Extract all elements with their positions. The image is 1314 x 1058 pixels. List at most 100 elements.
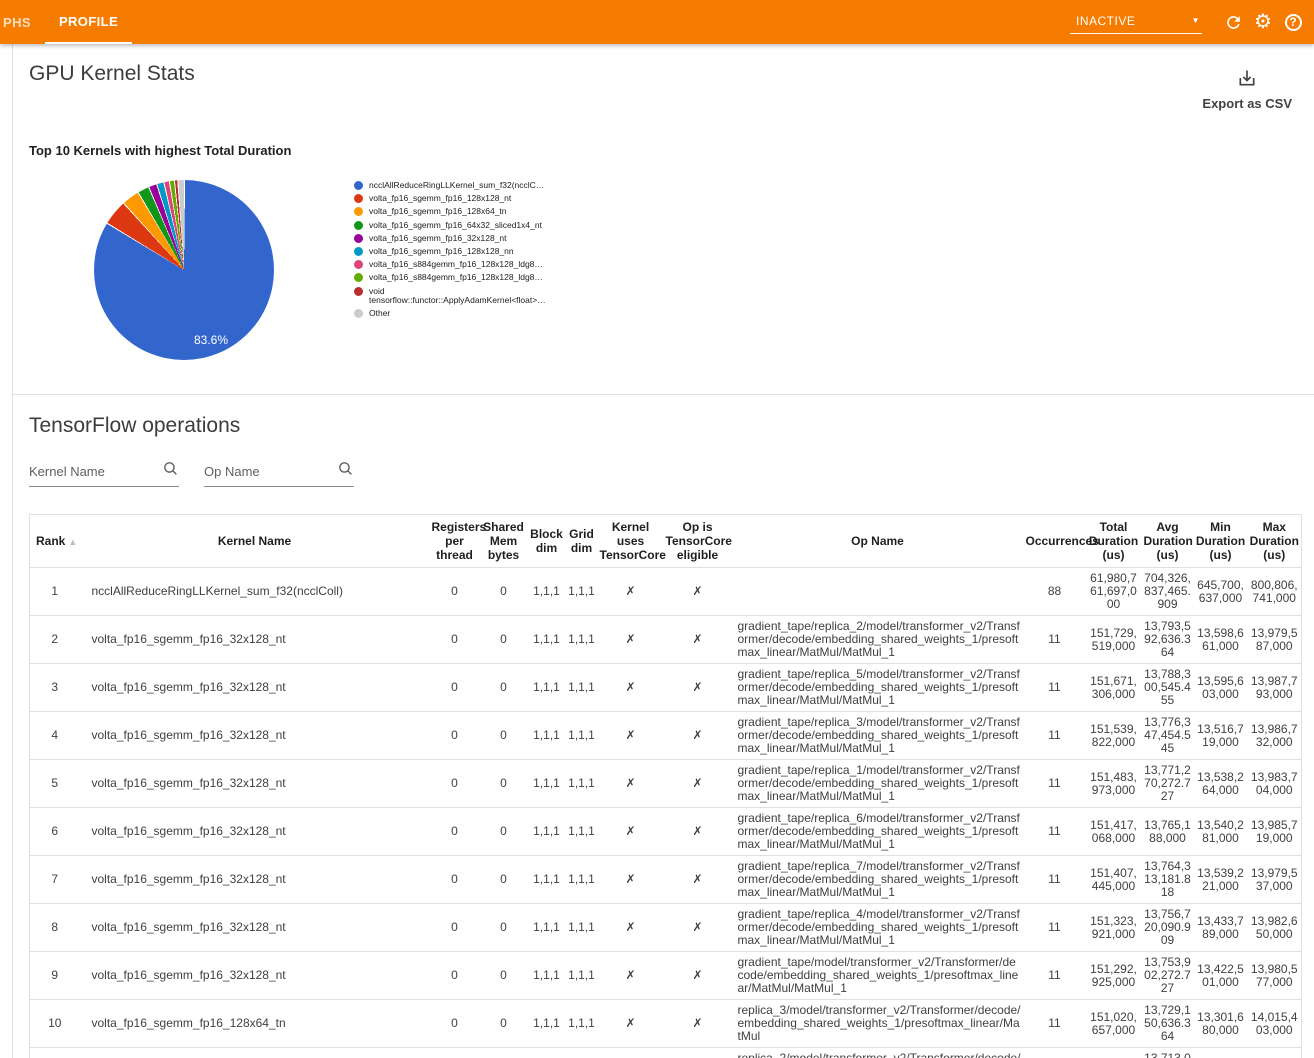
cell-min-duration: 13,300,679,000	[1194, 1048, 1248, 1058]
cell-shared-mem-bytes: 0	[480, 808, 528, 856]
legend-item: volta_fp16_s884gemm_fp16_128x128_ldg8…	[354, 273, 559, 283]
chart-title: Top 10 Kernels with highest Total Durati…	[29, 143, 1298, 158]
col-header-occurrences[interactable]: Occurrences	[1024, 515, 1086, 568]
legend-color-dot	[354, 247, 363, 256]
cell-block-dim: 1,1,1	[528, 856, 566, 904]
tab-profile[interactable]: PROFILE	[45, 0, 132, 44]
table-row: 9volta_fp16_sgemm_fp16_32x128_nt001,1,11…	[30, 952, 1302, 1000]
cell-shared-mem-bytes: 0	[480, 1048, 528, 1058]
col-header-shared-mem-bytes[interactable]: Shared Mem bytes	[480, 515, 528, 568]
col-header-total-duration[interactable]: Total Duration (us)	[1086, 515, 1142, 568]
cell-min-duration: 13,598,661,000	[1194, 616, 1248, 664]
cell-kernel-name: volta_fp16_sgemm_fp16_32x128_nt	[80, 616, 430, 664]
cell-grid-dim: 1,1,1	[566, 1000, 598, 1048]
cell-grid-dim: 1,1,1	[566, 568, 598, 616]
cell-max-duration: 14,015,403,000	[1248, 1000, 1302, 1048]
cell-min-duration: 13,422,501,000	[1194, 952, 1248, 1000]
cell-max-duration: 13,982,650,000	[1248, 904, 1302, 952]
run-selector-dropdown[interactable]: INACTIVE ▼	[1070, 11, 1202, 34]
cell-kernel-name: volta_fp16_sgemm_fp16_32x128_nt	[80, 760, 430, 808]
cell-grid-dim: 1,1,1	[566, 904, 598, 952]
col-header-rank[interactable]: Rank▲	[30, 515, 80, 568]
table-row: 7volta_fp16_sgemm_fp16_32x128_nt001,1,11…	[30, 856, 1302, 904]
cell-block-dim: 1,1,1	[528, 616, 566, 664]
cell-kernel-uses-tensorcore: ✗	[598, 1048, 664, 1058]
cell-grid-dim: 1,1,1	[566, 952, 598, 1000]
col-header-op-name[interactable]: Op Name	[732, 515, 1024, 568]
cell-total-duration: 150,843,766,000	[1086, 1048, 1142, 1058]
legend-label: Other	[369, 309, 390, 319]
cell-min-duration: 13,433,789,000	[1194, 904, 1248, 952]
kernel-name-input[interactable]	[29, 464, 162, 479]
table-row: 2volta_fp16_sgemm_fp16_32x128_nt001,1,11…	[30, 616, 1302, 664]
legend-color-dot	[354, 221, 363, 230]
col-header-kernel-uses-tensorcore[interactable]: Kernel uses TensorCore	[598, 515, 664, 568]
cell-op-name: gradient_tape/model/transformer_v2/Trans…	[732, 952, 1024, 1000]
cell-min-duration: 13,539,221,000	[1194, 856, 1248, 904]
export-csv-button[interactable]: Export as CSV	[1202, 68, 1292, 111]
col-header-min-duration[interactable]: Min Duration (us)	[1194, 515, 1248, 568]
sort-ascending-icon: ▲	[68, 537, 77, 547]
cell-grid-dim: 1,1,1	[566, 664, 598, 712]
cell-rank: 10	[30, 1000, 80, 1048]
col-header-max-duration[interactable]: Max Duration (us)	[1248, 515, 1302, 568]
cell-rank: 7	[30, 856, 80, 904]
page-title: GPU Kernel Stats	[29, 60, 1298, 86]
cell-avg-duration: 13,713,069,636.364	[1142, 1048, 1194, 1058]
legend-label: volta_fp16_sgemm_fp16_128x128_nt	[369, 194, 511, 204]
col-header-grid-dim[interactable]: Grid dim	[566, 515, 598, 568]
run-selector-value: INACTIVE	[1076, 14, 1135, 28]
operations-table: Rank▲Kernel NameRegisters per threadShar…	[29, 514, 1302, 1058]
cell-op-is-tensorcore-eligible: ✗	[664, 952, 732, 1000]
cell-shared-mem-bytes: 0	[480, 904, 528, 952]
tab-graphs[interactable]: PHS	[0, 0, 45, 44]
cell-block-dim: 1,1,1	[528, 904, 566, 952]
search-icon	[337, 460, 354, 482]
cell-occurrences: 11	[1024, 856, 1086, 904]
legend-color-dot	[354, 207, 363, 216]
cell-occurrences: 11	[1024, 904, 1086, 952]
cell-kernel-name: volta_fp16_sgemm_fp16_32x128_nt	[80, 904, 430, 952]
cell-block-dim: 1,1,1	[528, 808, 566, 856]
cell-occurrences: 11	[1024, 616, 1086, 664]
col-header-avg-duration[interactable]: Avg Duration (us)	[1142, 515, 1194, 568]
cell-registers-per-thread: 0	[430, 952, 480, 1000]
cell-occurrences: 11	[1024, 1048, 1086, 1058]
cell-op-name: replica_2/model/transformer_v2/Transform…	[732, 1048, 1024, 1058]
cell-min-duration: 13,301,680,000	[1194, 1000, 1248, 1048]
col-header-op-is-tensorcore-eligible[interactable]: Op is TensorCore eligible	[664, 515, 732, 568]
cell-min-duration: 13,540,281,000	[1194, 808, 1248, 856]
cell-op-is-tensorcore-eligible: ✗	[664, 568, 732, 616]
cell-occurrences: 11	[1024, 808, 1086, 856]
cell-registers-per-thread: 0	[430, 712, 480, 760]
cell-block-dim: 1,1,1	[528, 1000, 566, 1048]
legend-item: Other	[354, 309, 559, 319]
cell-total-duration: 151,729,519,000	[1086, 616, 1142, 664]
cell-total-duration: 151,671,306,000	[1086, 664, 1142, 712]
col-header-block-dim[interactable]: Block dim	[528, 515, 566, 568]
cell-max-duration: 800,806,741,000	[1248, 568, 1302, 616]
cell-avg-duration: 704,326,837,465.909	[1142, 568, 1194, 616]
cell-op-is-tensorcore-eligible: ✗	[664, 616, 732, 664]
cell-max-duration: 13,985,719,000	[1248, 808, 1302, 856]
legend-label: volta_fp16_sgemm_fp16_32x128_nt	[369, 234, 507, 244]
cell-registers-per-thread: 0	[430, 664, 480, 712]
tf-operations-title: TensorFlow operations	[29, 412, 1298, 438]
cell-block-dim: 1,1,1	[528, 712, 566, 760]
help-icon[interactable]: ?	[1278, 7, 1308, 37]
legend-label: void tensorflow::functor::ApplyAdamKerne…	[369, 287, 559, 306]
cell-grid-dim: 1,1,1	[566, 760, 598, 808]
cell-registers-per-thread: 0	[430, 1048, 480, 1058]
app-toolbar: PHS PROFILE INACTIVE ▼ ⚙ ?	[0, 0, 1314, 44]
cell-max-duration: 13,986,732,000	[1248, 712, 1302, 760]
cell-rank: 5	[30, 760, 80, 808]
gear-icon[interactable]: ⚙	[1248, 7, 1278, 37]
cell-op-is-tensorcore-eligible: ✗	[664, 760, 732, 808]
cell-occurrences: 11	[1024, 712, 1086, 760]
col-header-kernel-name[interactable]: Kernel Name	[80, 515, 430, 568]
cell-shared-mem-bytes: 0	[480, 616, 528, 664]
legend-item: void tensorflow::functor::ApplyAdamKerne…	[354, 287, 559, 306]
col-header-registers-per-thread[interactable]: Registers per thread	[430, 515, 480, 568]
op-name-input[interactable]	[204, 464, 337, 479]
refresh-icon[interactable]	[1218, 7, 1248, 37]
